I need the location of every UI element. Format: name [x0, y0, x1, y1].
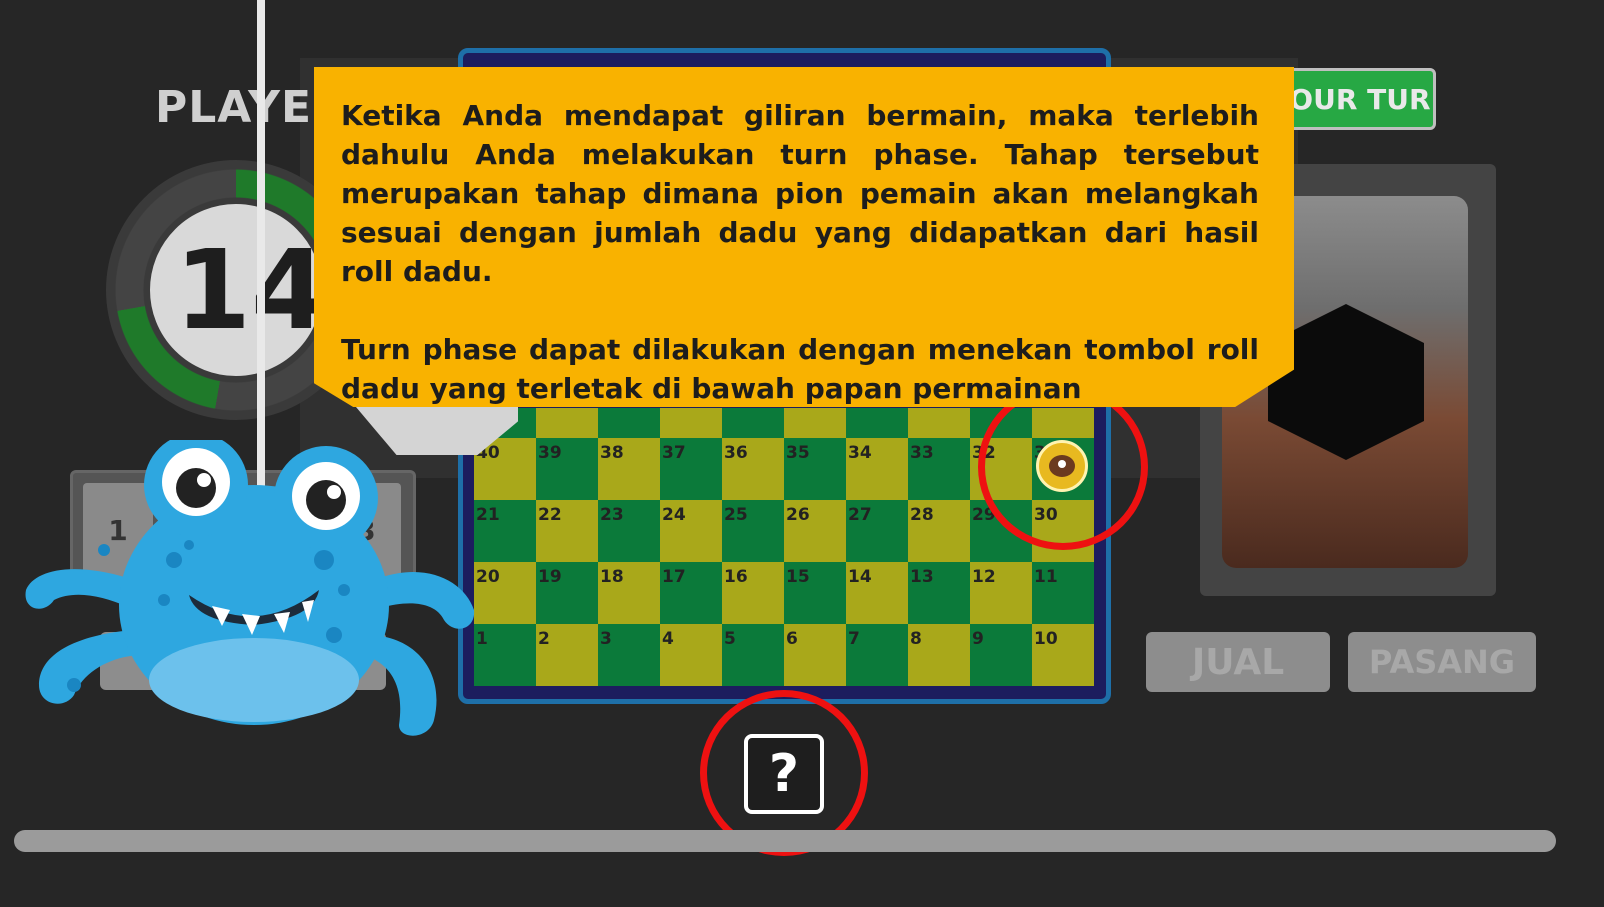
- board-cell-28: 28: [908, 500, 970, 562]
- board-cell-35: 35: [784, 438, 846, 500]
- board-cell-36: 36: [722, 438, 784, 500]
- board-cell-7: 7: [846, 624, 908, 686]
- board-cell-12: 12: [970, 562, 1032, 624]
- board-cell-5: 5: [722, 624, 784, 686]
- board-cell-25: 25: [722, 500, 784, 562]
- board-cell-6: 6: [784, 624, 846, 686]
- board-cell-27: 27: [846, 500, 908, 562]
- board-cell-10: 10: [1032, 624, 1094, 686]
- board-cell-18: 18: [598, 562, 660, 624]
- place-button[interactable]: PASANG: [1348, 632, 1536, 692]
- board-cell-24: 24: [660, 500, 722, 562]
- board-cell-16: 16: [722, 562, 784, 624]
- timer-face: 14: [144, 198, 328, 382]
- spider-mascot-icon: [25, 440, 475, 736]
- board-cell-15: 15: [784, 562, 846, 624]
- board-cell-38: 38: [598, 438, 660, 500]
- tooltip-paragraph-1: Ketika Anda mendapat giliran bermain, ma…: [341, 99, 1259, 288]
- board-cell-17: 17: [660, 562, 722, 624]
- board-cell-3: 3: [598, 624, 660, 686]
- board-cell-39: 39: [536, 438, 598, 500]
- tooltip-paragraph-2: Turn phase dapat dilakukan dengan meneka…: [341, 333, 1259, 405]
- spider-thread: [257, 0, 265, 492]
- board-cell-22: 22: [536, 500, 598, 562]
- board-cell-9: 9: [970, 624, 1032, 686]
- board-cell-4: 4: [660, 624, 722, 686]
- board-cell-23: 23: [598, 500, 660, 562]
- timer-value: 14: [174, 226, 328, 354]
- board-cell-34: 34: [846, 438, 908, 500]
- board-cell-19: 19: [536, 562, 598, 624]
- board-cell-8: 8: [908, 624, 970, 686]
- board-cell-26: 26: [784, 500, 846, 562]
- board-cell-11: 11: [1032, 562, 1094, 624]
- board-cell-37: 37: [660, 438, 722, 500]
- tooltip-text: Ketika Anda mendapat giliran bermain, ma…: [341, 96, 1259, 447]
- board-cell-2: 2: [536, 624, 598, 686]
- board-cell-13: 13: [908, 562, 970, 624]
- board-cell-14: 14: [846, 562, 908, 624]
- sell-button[interactable]: JUAL: [1146, 632, 1330, 692]
- progress-bar: [14, 830, 1556, 852]
- board-cell-33: 33: [908, 438, 970, 500]
